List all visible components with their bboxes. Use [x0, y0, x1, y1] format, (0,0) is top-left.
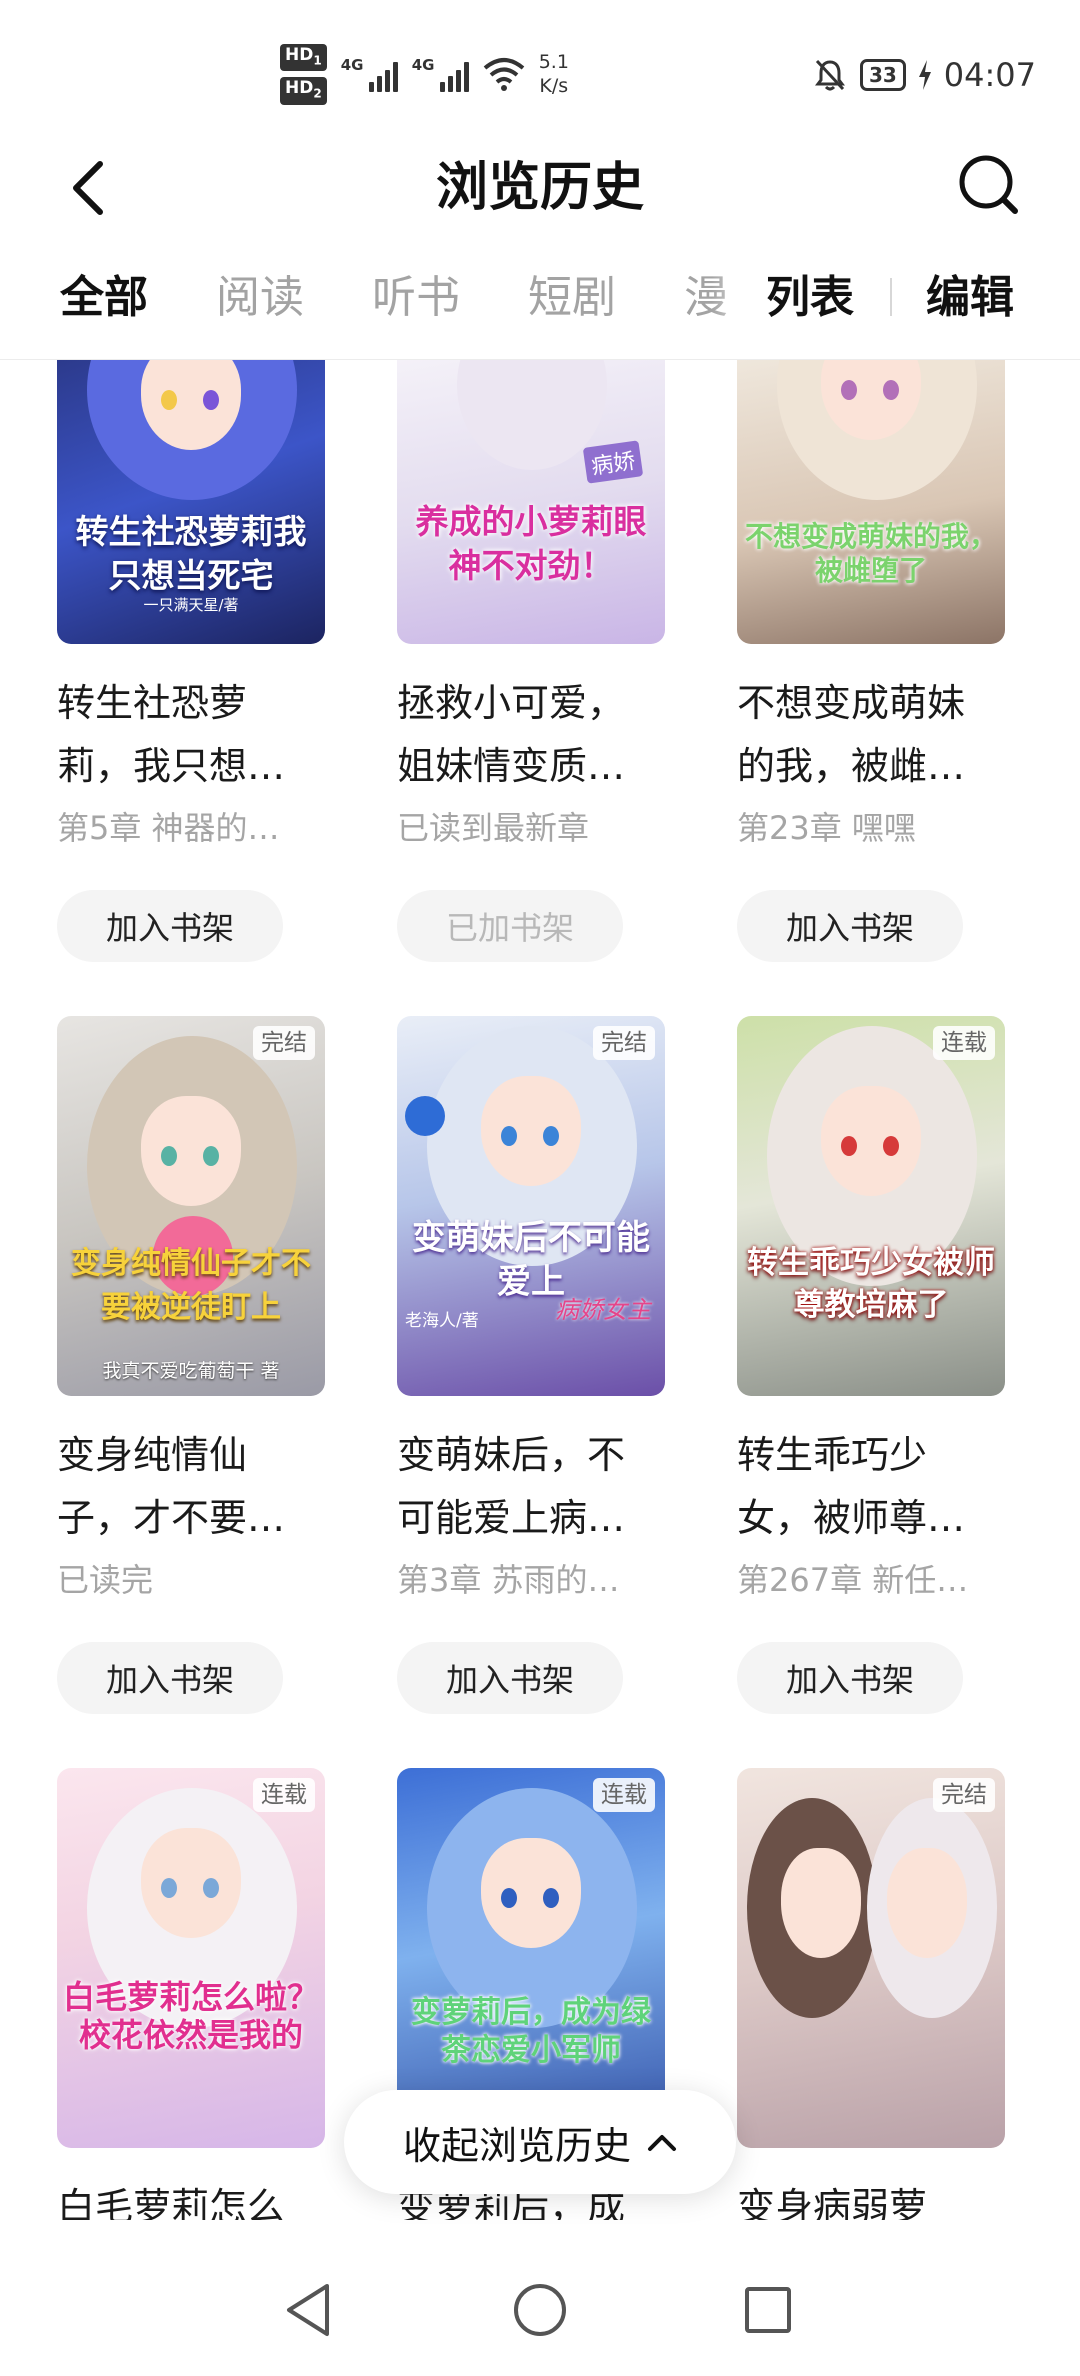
status-bar: HD1 HD2 4G 4G 5.1 K/s 33 04:07	[0, 0, 1080, 130]
system-nav-bar	[0, 2250, 1080, 2376]
add-to-shelf-button[interactable]: 加入书架	[397, 1642, 623, 1714]
status-left: HD1 HD2 4G 4G 5.1 K/s	[280, 44, 569, 105]
book-title: 转生社恐萝莉，我只想…	[57, 681, 286, 788]
tab-reading[interactable]: 阅读	[216, 268, 304, 328]
cover-title: 变萝莉后，成为绿茶恋爱小军师	[411, 1995, 651, 2068]
status-badge: 完结	[253, 1026, 315, 1060]
network-speed: 5.1 K/s	[538, 51, 569, 98]
add-to-shelf-button[interactable]: 加入书架	[737, 890, 963, 962]
wifi-icon	[483, 58, 524, 92]
cover-title: 白毛萝莉怎么啦？校花依然是我的	[63, 1978, 320, 2054]
book-title: 转生乖巧少女，被师尊…	[737, 1433, 966, 1540]
nav-back-button[interactable]	[268, 2270, 348, 2350]
collapse-history-button[interactable]: 收起浏览历史	[344, 2090, 736, 2194]
hd2-icon: HD2	[280, 77, 327, 105]
edit-button[interactable]: 编辑	[926, 268, 1014, 328]
added-to-shelf-button[interactable]: 已加书架	[397, 890, 623, 962]
list-view-button[interactable]: 列表	[766, 268, 854, 328]
cover-author: 我真不爱吃葡萄干 著	[102, 1360, 280, 1382]
status-badge: 完结	[593, 1026, 655, 1060]
signal-icon-1: 4G	[341, 56, 398, 93]
cover-author: 一只满天星/著	[143, 596, 239, 614]
search-icon	[959, 155, 1018, 214]
collapse-label: 收起浏览历史	[402, 2123, 631, 2168]
reading-progress: 第23章 嘿嘿	[737, 809, 916, 847]
tab-bar: 全部 阅读 听书 短剧 漫 列表 编辑	[0, 250, 1080, 360]
add-to-shelf-button[interactable]: 加入书架	[57, 1642, 283, 1714]
tab-divider	[890, 278, 892, 316]
cover-title: 转生乖巧少女被师尊教培麻了	[747, 1245, 995, 1323]
cover-tag: 病娇	[582, 440, 644, 484]
cover-title: 转生社恐萝莉我只想当死宅	[75, 512, 307, 595]
book-cover[interactable]: 完结	[737, 1768, 1005, 2148]
reading-progress: 第3章 苏雨的…	[397, 1561, 620, 1599]
square-recents-icon	[745, 2287, 791, 2333]
battery-icon: 33	[859, 59, 906, 91]
tab-fade	[712, 250, 762, 358]
hd1-icon: HD1	[280, 44, 327, 72]
status-badge: 完结	[933, 1778, 995, 1812]
tab-short-drama[interactable]: 短剧	[528, 268, 616, 328]
signal-icon-2: 4G	[412, 56, 469, 93]
book-title: 不想变成萌妹的我，被雌…	[737, 681, 966, 788]
book-title: 白毛萝莉怎么	[57, 2185, 286, 2220]
chevron-up-icon	[648, 2135, 676, 2151]
nav-home-button[interactable]	[500, 2270, 580, 2350]
triangle-back-icon	[287, 2284, 329, 2336]
book-cover[interactable]: 转生乖巧少女被师尊教培麻了 连载	[737, 1016, 1005, 1396]
tab-all[interactable]: 全部	[60, 268, 148, 328]
cover-tag: 病娇女主	[555, 1296, 651, 1324]
reading-progress: 已读完	[57, 1561, 154, 1599]
book-cover[interactable]: 转生社恐萝莉我只想当死宅 一只满天星/著	[57, 360, 325, 644]
nav-recents-button[interactable]	[728, 2270, 808, 2350]
book-cover[interactable]: 病娇 养成的小萝莉眼神不对劲！	[397, 360, 665, 644]
book-title: 拯救小可爱，姐妹情变质…	[397, 681, 626, 788]
book-cover[interactable]: 变萌妹后不可能爱上 老海人/著 病娇女主 完结	[397, 1016, 665, 1396]
book-title: 变萌妹后，不可能爱上病…	[397, 1433, 626, 1540]
circle-home-icon	[514, 2284, 566, 2336]
hd-indicators: HD1 HD2	[280, 44, 327, 105]
book-cover[interactable]: 不想变成萌妹的我，被雌堕了	[737, 360, 1005, 644]
add-to-shelf-button[interactable]: 加入书架	[57, 890, 283, 962]
cover-title: 养成的小萝莉眼神不对劲！	[415, 502, 647, 585]
status-right: 33 04:07	[812, 56, 1036, 94]
book-cover[interactable]: 变身纯情仙子才不要被逆徒盯上 我真不爱吃葡萄干 著 完结	[57, 1016, 325, 1396]
book-cover[interactable]: 白毛萝莉怎么啦？校花依然是我的 连载	[57, 1768, 325, 2148]
bell-muted-icon	[814, 59, 845, 91]
clock: 04:07	[943, 56, 1036, 94]
status-badge: 连载	[253, 1778, 315, 1812]
status-badge: 连载	[593, 1778, 655, 1812]
history-grid: 转生社恐萝莉我只想当死宅 一只满天星/著 转生社恐萝莉，我只想… 第5章 神器的…	[0, 360, 1080, 2220]
header: 浏览历史	[0, 130, 1080, 250]
cover-title: 不想变成萌妹的我，被雌堕了	[744, 520, 997, 587]
tab-audiobook[interactable]: 听书	[372, 268, 460, 328]
book-title: 变身纯情仙子，才不要…	[57, 1433, 286, 1540]
add-to-shelf-button[interactable]: 加入书架	[737, 1642, 963, 1714]
status-badge: 连载	[933, 1026, 995, 1060]
reading-progress: 第5章 神器的…	[57, 809, 280, 847]
book-title: 变身病弱萝	[737, 2185, 928, 2220]
reading-progress: 已读到最新章	[397, 809, 590, 847]
page-title: 浏览历史	[435, 158, 644, 218]
search-button[interactable]	[948, 144, 1028, 224]
cover-title: 变身纯情仙子才不要被逆徒盯上	[71, 1246, 311, 1325]
reading-progress: 第267章 新任…	[737, 1561, 969, 1599]
charging-icon	[918, 60, 931, 90]
